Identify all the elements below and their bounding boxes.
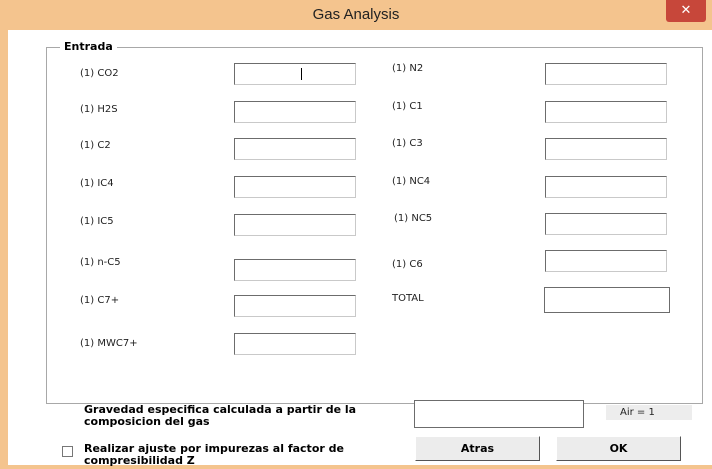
c6-label: (1) C6: [392, 259, 423, 270]
c1-label: (1) C1: [392, 101, 423, 112]
gravity-label: Gravedad especifica calculada a partir d…: [84, 403, 357, 428]
c3-label: (1) C3: [392, 138, 423, 149]
co2-input[interactable]: [234, 63, 356, 85]
ic5-input[interactable]: [234, 214, 356, 236]
air-reference-note: Air = 1: [606, 405, 692, 420]
mwc7plus-label: (1) MWC7+: [80, 338, 138, 349]
h2s-label: (1) H2S: [80, 104, 118, 115]
c6-input[interactable]: [545, 250, 667, 272]
impurity-adjust-checkbox[interactable]: [62, 446, 73, 457]
nc4-label: (1) NC4: [392, 176, 431, 187]
nc5-label: (1) NC5: [394, 213, 433, 224]
co2-label: (1) CO2: [80, 68, 119, 79]
c3-input[interactable]: [545, 138, 667, 160]
dialog-content: Entrada (1) CO2 (1) H2S (1) C2 (1) IC4 (…: [8, 30, 712, 467]
c7plus-label: (1) C7+: [80, 295, 120, 306]
impurity-adjust-label[interactable]: Realizar ajuste por impurezas al factor …: [84, 443, 414, 467]
nc4-input[interactable]: [545, 176, 667, 198]
n-c5-label: (1) n-C5: [80, 257, 121, 268]
c7plus-input[interactable]: [234, 295, 356, 317]
entrada-group-label: Entrada: [60, 40, 117, 53]
c2-input[interactable]: [234, 138, 356, 160]
window-frame-left: [0, 30, 8, 469]
ic4-label: (1) IC4: [80, 178, 114, 189]
text-cursor: [301, 68, 302, 80]
ic5-label: (1) IC5: [80, 216, 114, 227]
n2-input[interactable]: [545, 63, 667, 85]
h2s-input[interactable]: [234, 101, 356, 123]
ok-button[interactable]: OK: [556, 436, 681, 461]
c1-input[interactable]: [545, 101, 667, 123]
window-title: Gas Analysis: [312, 6, 400, 23]
total-label: TOTAL: [392, 293, 424, 304]
title-bar: Gas Analysis ✕: [0, 0, 712, 30]
back-button[interactable]: Atras: [415, 436, 540, 461]
nc5-input[interactable]: [545, 213, 667, 235]
gas-analysis-window: Gas Analysis ✕ Entrada (1) CO2 (1) H2S (…: [0, 0, 712, 469]
mwc7plus-input[interactable]: [234, 333, 356, 355]
n2-label: (1) N2: [392, 63, 424, 74]
n-c5-input[interactable]: [234, 259, 356, 281]
gravity-input[interactable]: [414, 400, 584, 428]
c2-label: (1) C2: [80, 140, 111, 151]
total-field: [544, 287, 670, 313]
close-button[interactable]: ✕: [666, 0, 706, 22]
ic4-input[interactable]: [234, 176, 356, 198]
